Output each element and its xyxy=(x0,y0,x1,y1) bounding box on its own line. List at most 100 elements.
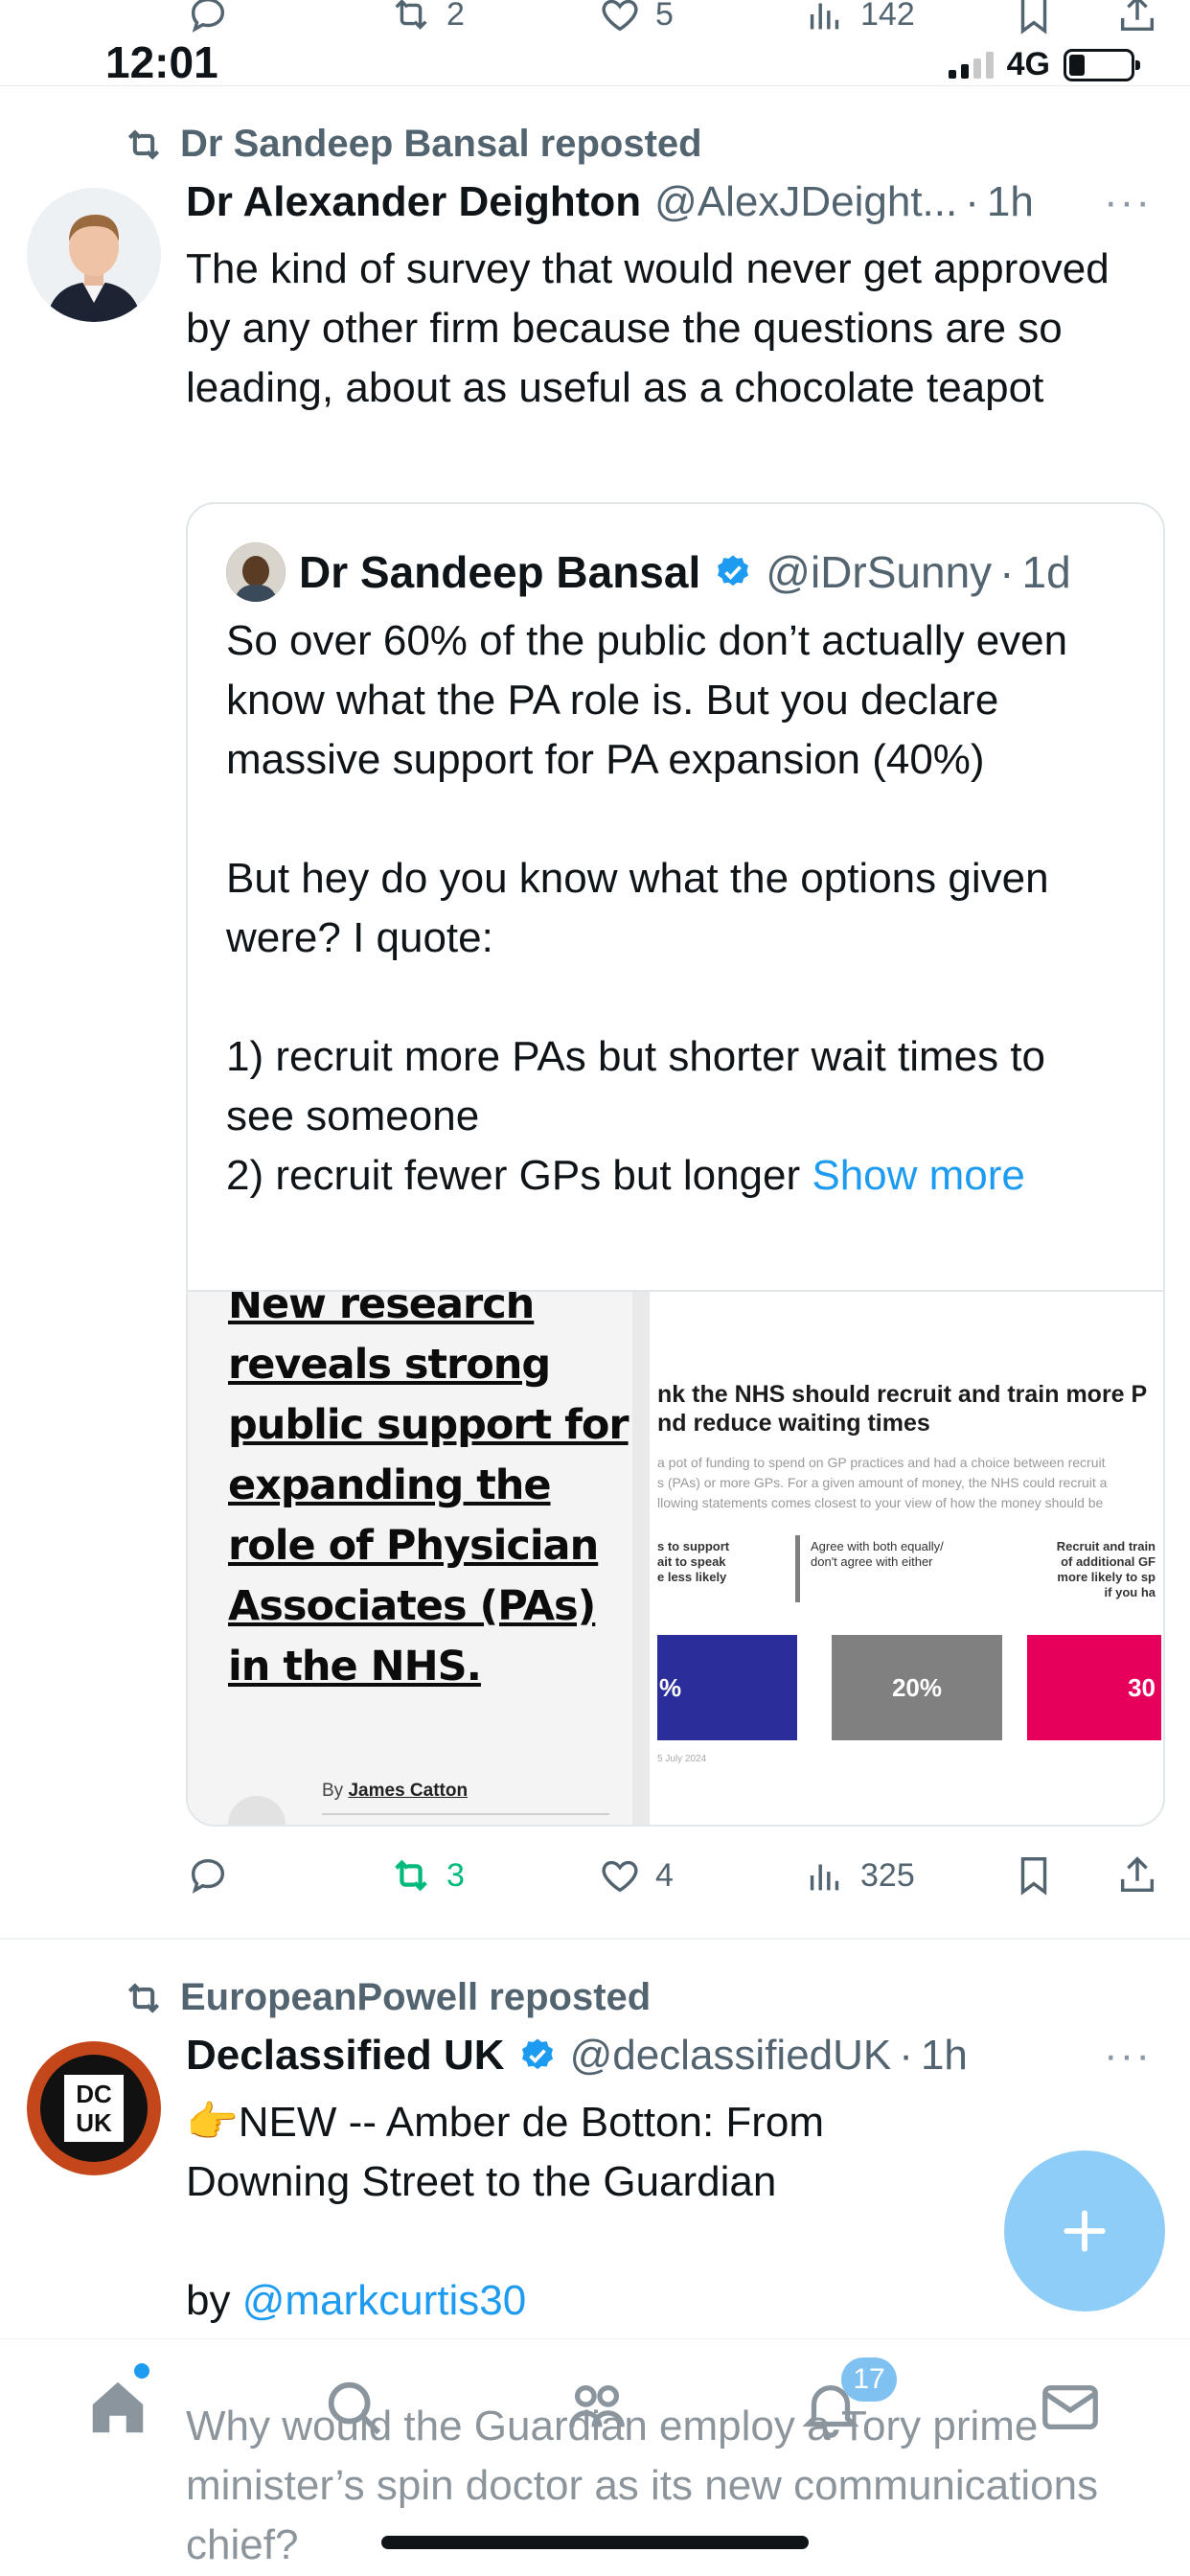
repost-icon xyxy=(395,1859,427,1892)
heart-icon xyxy=(602,1860,638,1893)
post-header: Dr Alexander Deighton @AlexJDeight... · … xyxy=(186,178,1152,226)
article-screenshot-image[interactable]: New research reveals strong public suppo… xyxy=(188,1292,650,1825)
more-options-icon[interactable]: ··· xyxy=(1104,2032,1152,2080)
verified-badge-icon xyxy=(521,2038,553,2070)
post-header: Declassified UK @declassifiedUK · 1h ··· xyxy=(186,2032,1152,2080)
plus-icon xyxy=(1064,2210,1106,2252)
like-count: 5 xyxy=(655,0,674,33)
analytics-icon xyxy=(810,3,839,30)
status-icons: 4G xyxy=(948,46,1140,83)
share-button[interactable] xyxy=(1115,0,1159,36)
mention-link[interactable]: @markcurtis30 xyxy=(242,2277,527,2324)
author-handle[interactable]: @AlexJDeight... xyxy=(654,178,957,226)
chart-bar: 30 xyxy=(1027,1635,1161,1740)
chart-title: nk the NHS should recruit and train more… xyxy=(657,1381,1148,1437)
chart-source-note: 5 July 2024 xyxy=(657,1754,707,1764)
repost-icon xyxy=(127,1982,160,2013)
post-divider xyxy=(0,1938,1190,1940)
reply-icon xyxy=(191,1858,225,1894)
more-options-icon[interactable]: ··· xyxy=(1104,178,1152,226)
quoted-author-handle[interactable]: @iDrSunny xyxy=(766,546,992,598)
quoted-avatar xyxy=(226,542,286,602)
repost-button[interactable]: 3 xyxy=(389,1853,465,1898)
quoted-author-name[interactable]: Dr Sandeep Bansal xyxy=(299,546,700,598)
chart-bar: 20% xyxy=(832,1635,1002,1740)
repost-attribution-text: EuropeanPowell reposted xyxy=(180,1976,652,2018)
battery-icon xyxy=(1064,48,1140,81)
repost-count: 3 xyxy=(446,1856,465,1894)
article-byline: By James Catton xyxy=(322,1781,469,1801)
chart-category-label: Recruit and train of additional GF more … xyxy=(1056,1539,1156,1599)
heart-icon xyxy=(602,0,638,32)
share-icon xyxy=(1120,1856,1155,1893)
repost-attribution[interactable]: EuropeanPowell reposted xyxy=(123,1976,651,2019)
chart-bar: % xyxy=(657,1635,797,1740)
view-count: 325 xyxy=(860,1856,915,1894)
chart-value-label: 20% xyxy=(891,1672,943,1702)
share-icon xyxy=(1120,0,1155,32)
nav-messages[interactable] xyxy=(1037,2374,1104,2441)
verified-badge-icon xyxy=(718,555,749,586)
reply-icon xyxy=(191,0,225,33)
bookmark-icon xyxy=(1020,0,1047,34)
repost-count: 2 xyxy=(446,0,465,33)
quoted-media[interactable]: New research reveals strong public suppo… xyxy=(188,1290,1163,1825)
views-button[interactable]: 325 xyxy=(803,1853,915,1898)
separator-dot: · xyxy=(899,2032,913,2079)
chart-category-label: Agree with both equally/ don't agree wit… xyxy=(811,1539,944,1569)
chart-value-label: 30 xyxy=(1128,1672,1156,1702)
chart-category-label: s to support ait to speak e less likely xyxy=(657,1539,730,1584)
post-text: The kind of survey that would never get … xyxy=(186,245,1121,411)
nav-home[interactable] xyxy=(84,2374,151,2441)
post-text: 👉NEW -- Amber de Botton: From Downing St… xyxy=(186,2099,836,2205)
declassified-logo: DC UK xyxy=(64,2075,124,2142)
avatar-image xyxy=(27,188,161,322)
bookmark-button[interactable] xyxy=(1012,0,1056,36)
chart-value-label: % xyxy=(659,1672,682,1702)
network-type: 4G xyxy=(1006,46,1050,82)
cellular-signal-icon xyxy=(948,51,994,79)
search-icon xyxy=(328,2381,381,2435)
home-unread-dot xyxy=(134,2363,149,2379)
chart-divider xyxy=(795,1535,800,1602)
author-name[interactable]: Declassified UK xyxy=(186,2032,505,2080)
repost-icon xyxy=(127,128,160,160)
like-button[interactable]: 4 xyxy=(598,1853,674,1898)
avatar[interactable]: DC UK xyxy=(27,2041,161,2175)
view-count: 142 xyxy=(860,0,915,33)
compose-button[interactable] xyxy=(1004,2150,1165,2312)
like-count: 4 xyxy=(655,1856,674,1894)
avatar[interactable] xyxy=(27,188,161,322)
repost-attribution[interactable]: Dr Sandeep Bansal reposted xyxy=(123,123,702,166)
show-more-link[interactable]: Show more xyxy=(812,1152,1025,1199)
article-headline: New research reveals strong public suppo… xyxy=(228,1292,629,1690)
like-button[interactable]: 5 xyxy=(598,0,674,36)
chart-subtitle: a pot of funding to spend on GP practice… xyxy=(657,1455,1108,1510)
author-name[interactable]: Dr Alexander Deighton xyxy=(186,178,641,226)
reply-button[interactable] xyxy=(186,1853,230,1898)
notifications-badge: 17 xyxy=(841,2358,897,2402)
share-button[interactable] xyxy=(1115,1853,1159,1898)
post-time[interactable]: 1h xyxy=(987,178,1034,226)
home-indicator[interactable] xyxy=(381,2536,809,2549)
home-icon xyxy=(92,2381,144,2433)
views-button[interactable]: 142 xyxy=(803,0,915,36)
nav-search[interactable] xyxy=(320,2374,387,2441)
author-handle[interactable]: @declassifiedUK xyxy=(570,2032,892,2080)
repost-attribution-text: Dr Sandeep Bansal reposted xyxy=(180,123,702,165)
repost-button[interactable]: 2 xyxy=(389,0,465,36)
reply-button[interactable] xyxy=(186,0,230,36)
quoted-post-header: Dr Sandeep Bansal @iDrSunny · 1d xyxy=(226,542,1071,602)
nav-communities[interactable] xyxy=(563,2374,630,2441)
post-text-by: by @markcurtis30 xyxy=(186,2277,527,2324)
clock: 12:01 xyxy=(105,37,218,87)
quoted-post-time[interactable]: 1d xyxy=(1021,546,1070,598)
bookmark-button[interactable] xyxy=(1012,1853,1056,1898)
quoted-post[interactable]: Dr Sandeep Bansal @iDrSunny · 1d So over… xyxy=(186,502,1165,1827)
chart-screenshot-image[interactable]: nk the NHS should recruit and train more… xyxy=(650,1292,1163,1825)
author-avatar-placeholder xyxy=(228,1796,286,1825)
post-time[interactable]: 1h xyxy=(921,2032,968,2080)
separator-dot: · xyxy=(999,547,1015,597)
mail-icon xyxy=(1042,2384,1098,2430)
repost-icon xyxy=(395,0,427,30)
